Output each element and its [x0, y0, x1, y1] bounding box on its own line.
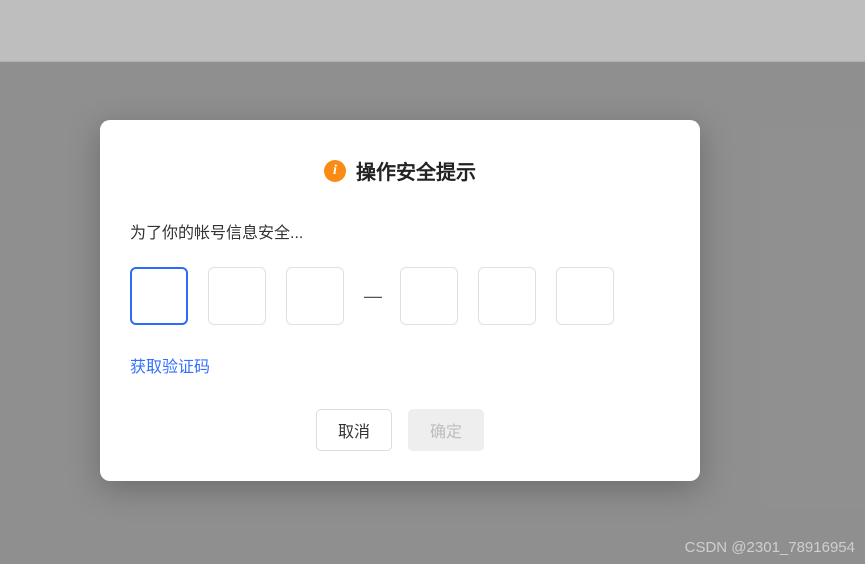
code-input-6[interactable]: [556, 267, 614, 325]
get-verification-code-link[interactable]: 获取验证码: [130, 353, 210, 377]
modal-header: i 操作安全提示: [130, 156, 670, 185]
code-input-5[interactable]: [478, 267, 536, 325]
code-input-4[interactable]: [400, 267, 458, 325]
instruction-text: 为了你的帐号信息安全...: [130, 219, 670, 243]
cancel-button[interactable]: 取消: [316, 409, 392, 451]
modal-title: 操作安全提示: [356, 156, 476, 185]
modal-footer: 取消 确定: [130, 409, 670, 451]
watermark: CSDN @2301_78916954: [685, 539, 855, 556]
verification-code-inputs: —: [130, 267, 670, 325]
code-input-3[interactable]: [286, 267, 344, 325]
code-separator: —: [364, 286, 380, 307]
info-icon: i: [324, 160, 346, 182]
security-modal: i 操作安全提示 为了你的帐号信息安全... — 获取验证码 取消 确定: [100, 120, 700, 481]
confirm-button[interactable]: 确定: [408, 409, 484, 451]
code-input-1[interactable]: [130, 267, 188, 325]
code-input-2[interactable]: [208, 267, 266, 325]
